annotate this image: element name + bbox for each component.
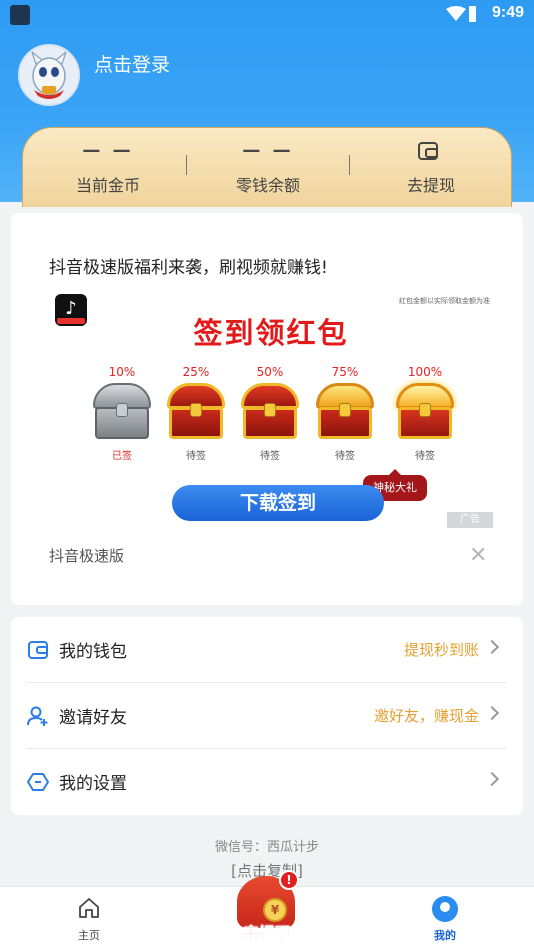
close-icon[interactable]: ✕ (469, 545, 487, 567)
chest-pct: 75% (331, 365, 359, 379)
mascot-icon (30, 50, 68, 99)
withdraw-button[interactable]: 去提现 (351, 128, 511, 203)
balance-stat[interactable]: — — 零钱余额 (188, 128, 348, 203)
ad-mark-badge: 广告 (447, 512, 493, 528)
avatar[interactable] (18, 44, 80, 106)
header: 9:49 点击登录 — — 当前金币 — — 零钱余额 去提现 (0, 0, 534, 207)
chevron-right-icon (484, 705, 500, 721)
alert-icon: ! (279, 870, 299, 890)
ad-headline: 抖音极速版福利来袭，刷视频就赚钱! (49, 258, 328, 278)
wifi-icon (446, 6, 466, 21)
menu-hint: 邀好友，赚现金 (373, 707, 479, 725)
ad-source: 抖音极速版 (49, 547, 125, 565)
menu-item-wallet[interactable]: 我的钱包 提现秒到账 (11, 617, 523, 683)
tab-label: 来提现 (242, 924, 292, 944)
login-link[interactable]: 点击登录 (94, 50, 170, 77)
ad-title: 签到领红包 (193, 316, 349, 350)
coin-icon: ¥ (263, 898, 287, 922)
chevron-right-icon (484, 639, 500, 655)
chest-1: 10% 已签 (84, 365, 160, 462)
balance-label: 零钱余额 (235, 176, 300, 195)
withdraw-label: 去提现 (406, 176, 455, 195)
tab-label: 主页 (78, 929, 100, 942)
tab-me[interactable]: 我的 (385, 887, 505, 949)
divider (349, 155, 350, 175)
status-bar: 9:49 (0, 0, 534, 30)
coins-label: 当前金币 (75, 176, 140, 195)
menu-card: 我的钱包 提现秒到账 邀请好友 邀好友，赚现金 我的设置 (11, 617, 523, 815)
treasure-chest-icon (239, 383, 301, 441)
menu-item-invite[interactable]: 邀请好友 邀好友，赚现金 (11, 683, 523, 749)
download-checkin-button[interactable]: 下载签到 (172, 485, 384, 521)
menu-label: 我的钱包 (59, 642, 127, 662)
chest-label: 待签 (186, 451, 206, 462)
tab-label: 我的 (434, 929, 456, 942)
wallet-icon (28, 641, 48, 659)
menu-label: 邀请好友 (59, 708, 127, 728)
chest-pct: 10% (108, 365, 136, 379)
add-user-icon (27, 706, 48, 726)
status-time: 9:49 (491, 4, 524, 21)
gold-card: — — 当前金币 — — 零钱余额 去提现 (22, 127, 512, 207)
chest-label: 待签 (415, 451, 435, 462)
chest-4: 75% 待签 (307, 365, 383, 462)
chest-pct: 25% (182, 365, 210, 379)
chest-pct: 50% (256, 365, 284, 379)
silver-chest-icon (91, 383, 153, 441)
chest-5: 100% 待签 (387, 365, 463, 462)
chest-label: 待签 (260, 451, 280, 462)
tab-home[interactable]: 主页 (29, 887, 149, 949)
chest-pct: 100% (407, 365, 443, 379)
ad-banner[interactable]: ♪ 红包金额以实际领取金额为准 签到领红包 10% 已签 25% 待签 50% (49, 293, 493, 533)
notification-icon (10, 5, 30, 25)
chest-label: 已签 (112, 451, 132, 462)
coins-stat[interactable]: — — 当前金币 (28, 128, 188, 203)
wallet-icon (418, 142, 438, 160)
home-icon (79, 898, 99, 918)
menu-hint: 提现秒到账 (403, 641, 479, 659)
balance-value: — — (242, 140, 294, 161)
wechat-id: 微信号：西瓜计步 (214, 840, 319, 855)
divider (186, 155, 187, 175)
treasure-chest-icon (165, 383, 227, 441)
chest-2: 25% 待签 (158, 365, 234, 462)
chest-label: 待签 (335, 451, 355, 462)
glowing-chest-icon (394, 383, 456, 441)
tab-withdraw[interactable]: ¥ ! 来提现 (229, 868, 307, 946)
chevron-right-icon (484, 771, 500, 787)
chest-3: 50% 待签 (232, 365, 308, 462)
menu-label: 我的设置 (59, 774, 127, 794)
coins-value: — — (82, 140, 134, 161)
open-chest-icon (314, 383, 376, 441)
user-icon (432, 896, 458, 922)
ad-disclaimer: 红包金额以实际领取金额为准 (399, 297, 490, 305)
battery-icon (469, 6, 476, 22)
menu-item-settings[interactable]: 我的设置 (11, 749, 523, 815)
ad-card[interactable]: 抖音极速版福利来袭，刷视频就赚钱! ♪ 红包金额以实际领取金额为准 签到领红包 … (11, 213, 523, 605)
settings-icon (27, 773, 49, 791)
